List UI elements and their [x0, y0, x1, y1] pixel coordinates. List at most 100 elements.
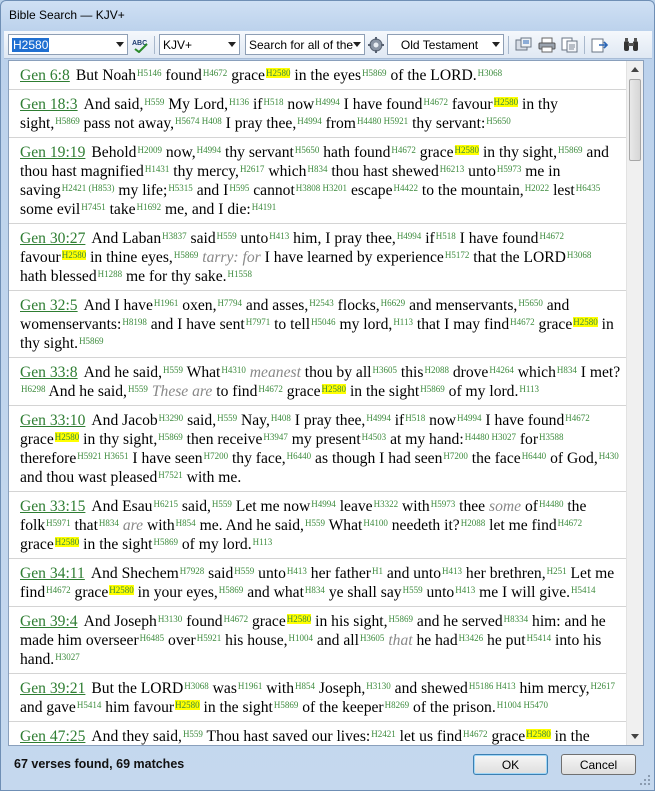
strongs-number[interactable]: H854: [295, 681, 315, 691]
strongs-number[interactable]: H3130: [158, 614, 183, 624]
strongs-number[interactable]: H1431: [145, 164, 170, 174]
strongs-number[interactable]: H559: [212, 499, 232, 509]
strongs-number[interactable]: H5921 H3651: [77, 451, 128, 461]
print-icon[interactable]: [537, 34, 557, 55]
strongs-match-highlight[interactable]: H2580: [526, 729, 551, 739]
copy-icon[interactable]: [514, 34, 534, 55]
strongs-number[interactable]: H5869: [55, 116, 80, 126]
strongs-number[interactable]: H3068: [478, 68, 503, 78]
strongs-number[interactable]: H4994: [311, 499, 336, 509]
strongs-number[interactable]: H5869: [158, 432, 183, 442]
strongs-number[interactable]: H413: [269, 231, 289, 241]
strongs-number[interactable]: H113: [393, 317, 413, 327]
verse-reference-link[interactable]: Gen 47:25: [20, 728, 85, 745]
strongs-number[interactable]: H7971: [246, 317, 271, 327]
strongs-number[interactable]: H4672: [463, 729, 488, 739]
strongs-number[interactable]: H136: [229, 97, 249, 107]
strongs-number[interactable]: H5869: [420, 384, 445, 394]
strongs-number[interactable]: H8269: [385, 700, 410, 710]
strongs-number[interactable]: H5869: [174, 250, 199, 260]
strongs-number[interactable]: H559: [128, 384, 148, 394]
strongs-number[interactable]: H595: [229, 183, 249, 193]
strongs-number[interactable]: H4994: [457, 413, 482, 423]
strongs-number[interactable]: H4994: [297, 116, 322, 126]
strongs-number[interactable]: H834: [307, 164, 327, 174]
strongs-number[interactable]: H5973: [431, 499, 456, 509]
scrollbar-thumb[interactable]: [629, 79, 641, 161]
strongs-match-highlight[interactable]: H2580: [109, 585, 134, 595]
strongs-number[interactable]: H5172: [445, 250, 470, 260]
strongs-number[interactable]: H3588: [539, 432, 564, 442]
strongs-number[interactable]: H5973: [497, 164, 522, 174]
verse-reference-link[interactable]: Gen 39:21: [20, 680, 85, 697]
strongs-match-highlight[interactable]: H2580: [54, 432, 80, 442]
strongs-number[interactable]: H4672: [510, 317, 535, 327]
strongs-number[interactable]: H7200: [204, 451, 229, 461]
strongs-number[interactable]: H5971: [46, 518, 71, 528]
strongs-number[interactable]: H3322: [374, 499, 399, 509]
strongs-number[interactable]: H1288: [98, 269, 123, 279]
scroll-up-button[interactable]: [627, 61, 643, 78]
strongs-number[interactable]: H4672: [258, 384, 283, 394]
strongs-match-highlight[interactable]: H2580: [175, 700, 200, 710]
strongs-number[interactable]: H7200: [443, 451, 468, 461]
strongs-number[interactable]: H4994: [197, 145, 222, 155]
strongs-number[interactable]: H5869: [558, 145, 583, 155]
spellcheck-icon[interactable]: ABC: [131, 34, 151, 55]
strongs-number[interactable]: H3605: [373, 365, 398, 375]
strongs-number[interactable]: H5414: [527, 633, 552, 643]
strongs-number[interactable]: H251: [547, 566, 567, 576]
strongs-number[interactable]: H4480: [539, 499, 564, 509]
strongs-number[interactable]: H4672: [203, 68, 228, 78]
strongs-number[interactable]: H518: [405, 413, 425, 423]
strongs-number[interactable]: H5650: [486, 116, 511, 126]
strongs-number[interactable]: H5046: [311, 317, 336, 327]
ok-button[interactable]: OK: [473, 754, 548, 775]
strongs-match-highlight[interactable]: H2580: [493, 97, 519, 107]
copy-text-icon[interactable]: [560, 34, 580, 55]
strongs-number[interactable]: H4672: [423, 97, 448, 107]
strongs-number[interactable]: H4480 H3027: [465, 432, 516, 442]
strongs-number[interactable]: H559: [217, 231, 237, 241]
strongs-number[interactable]: H5414: [77, 700, 102, 710]
strongs-number[interactable]: H3068: [184, 681, 209, 691]
strongs-number[interactable]: H6485: [140, 633, 165, 643]
strongs-number[interactable]: H6298: [21, 384, 46, 394]
strongs-number[interactable]: H5869: [389, 614, 414, 624]
strongs-number[interactable]: H113: [519, 384, 539, 394]
strongs-number[interactable]: H5869: [274, 700, 299, 710]
strongs-number[interactable]: H3426: [459, 633, 484, 643]
strongs-number[interactable]: H2088: [461, 518, 486, 528]
verse-reference-link[interactable]: Gen 34:11: [20, 565, 85, 582]
verse-reference-link[interactable]: Gen 6:8: [20, 67, 70, 84]
strongs-number[interactable]: H3837: [162, 231, 187, 241]
strongs-number[interactable]: H4422: [394, 183, 419, 193]
search-mode-select[interactable]: Search for all of the: [245, 34, 365, 55]
strongs-number[interactable]: H559: [217, 413, 237, 423]
strongs-match-highlight[interactable]: H2580: [573, 317, 598, 327]
strongs-number[interactable]: H1004 H5470: [497, 700, 548, 710]
strongs-number[interactable]: H6215: [153, 499, 178, 509]
vertical-scrollbar[interactable]: [626, 61, 643, 745]
strongs-number[interactable]: H559: [163, 365, 183, 375]
verse-reference-link[interactable]: Gen 39:4: [20, 613, 78, 630]
strongs-number[interactable]: H2421 (H853): [62, 183, 115, 193]
strongs-number[interactable]: H5650: [295, 145, 320, 155]
strongs-number[interactable]: H4191: [252, 202, 277, 212]
chevron-down-icon[interactable]: [353, 42, 361, 47]
strongs-number[interactable]: H2022: [525, 183, 550, 193]
cancel-button[interactable]: Cancel: [561, 754, 636, 775]
strongs-number[interactable]: H7794: [218, 298, 243, 308]
strongs-number[interactable]: H4672: [46, 585, 71, 595]
strongs-number[interactable]: H4503: [362, 432, 387, 442]
strongs-number[interactable]: H7521: [158, 470, 183, 480]
strongs-number[interactable]: H4480 H5921: [357, 116, 408, 126]
strongs-number[interactable]: H5921: [197, 633, 222, 643]
strongs-number[interactable]: H559: [305, 518, 325, 528]
strongs-match-highlight[interactable]: H2580: [286, 614, 312, 624]
verse-reference-link[interactable]: Gen 32:5: [20, 297, 78, 314]
strongs-number[interactable]: H518: [436, 231, 456, 241]
strongs-number[interactable]: H1004: [289, 633, 314, 643]
strongs-number[interactable]: H834: [557, 365, 577, 375]
strongs-number[interactable]: H5186 H413: [469, 681, 516, 691]
